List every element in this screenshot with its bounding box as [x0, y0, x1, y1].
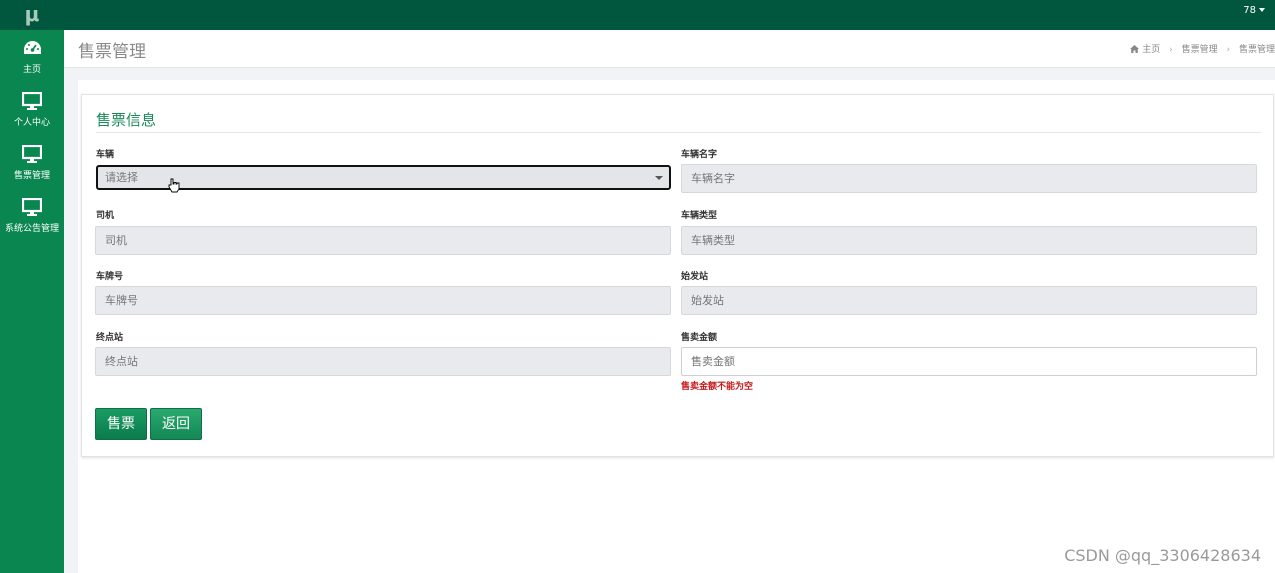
amount-label: 售卖金额	[681, 333, 718, 343]
sidebar-item-announcements[interactable]: 系统公告管理	[0, 189, 64, 242]
top-navbar: μ 78	[0, 0, 1275, 30]
vehicle-label: 车辆	[96, 150, 115, 160]
content-top-gutter	[64, 68, 1275, 80]
monitor-icon	[22, 197, 42, 217]
breadcrumb-section[interactable]: 售票管理	[1182, 45, 1218, 55]
form-title: 售票信息	[96, 111, 157, 129]
content-left-gutter	[64, 68, 78, 573]
breadcrumb: 主页 › 售票管理 › 售票管理	[1130, 42, 1275, 55]
sidebar-item-profile[interactable]: 个人中心	[0, 83, 64, 136]
sidebar-item-ticket-management[interactable]: 售票管理	[0, 136, 64, 189]
sidebar-item-home[interactable]: 主页	[0, 30, 64, 83]
vehicle-type-field[interactable]	[681, 226, 1257, 255]
destination-field[interactable]	[95, 347, 671, 376]
vehicle-select[interactable]: 请选择	[96, 165, 671, 193]
sell-ticket-button[interactable]: 售票	[95, 408, 147, 440]
back-button[interactable]: 返回	[150, 408, 202, 440]
app-logo[interactable]: μ	[0, 0, 64, 30]
amount-field[interactable]	[681, 347, 1257, 376]
monitor-icon	[22, 144, 42, 164]
watermark: CSDN @qq_3306428634	[1064, 546, 1261, 565]
page-title: 售票管理	[78, 42, 146, 62]
vehicle-select-value: 请选择	[105, 171, 138, 184]
driver-field[interactable]	[95, 226, 671, 255]
chevron-down-icon	[655, 176, 663, 180]
monitor-icon	[22, 91, 42, 111]
plate-label: 车牌号	[96, 272, 124, 282]
plate-field[interactable]	[95, 286, 671, 315]
sidebar: 主页 个人中心 售票管理 系统公告管理	[0, 30, 64, 573]
driver-label: 司机	[96, 211, 115, 221]
page-header: 售票管理 主页 › 售票管理 › 售票管理	[64, 30, 1275, 68]
sidebar-item-label: 系统公告管理	[4, 224, 59, 234]
home-icon	[1130, 45, 1142, 55]
chevron-down-icon	[1259, 8, 1265, 12]
sidebar-item-label: 个人中心	[13, 118, 50, 128]
breadcrumb-current: 售票管理	[1238, 45, 1275, 55]
origin-field[interactable]	[681, 286, 1257, 315]
breadcrumb-home[interactable]: 主页	[1142, 45, 1160, 55]
hand-cursor-icon	[168, 178, 180, 200]
user-menu[interactable]: 78	[1243, 0, 1265, 30]
vehicle-name-label: 车辆名字	[681, 150, 718, 160]
vehicle-name-field[interactable]	[681, 164, 1257, 193]
origin-label: 始发站	[681, 272, 709, 282]
divider	[96, 132, 1261, 133]
chevron-right-icon: ›	[1226, 45, 1231, 55]
sidebar-item-label: 主页	[22, 65, 41, 75]
ticket-form-panel: 售票信息 车辆 请选择 车辆名字 司机 车辆类型 车牌号 始发站 终点站 售卖金…	[81, 94, 1274, 457]
user-name: 78	[1243, 5, 1256, 16]
dashboard-icon	[23, 38, 42, 58]
destination-label: 终点站	[96, 333, 124, 343]
amount-error-message: 售卖金额不能为空	[681, 382, 754, 392]
chevron-right-icon: ›	[1169, 45, 1173, 55]
vehicle-type-label: 车辆类型	[681, 211, 718, 221]
sidebar-item-label: 售票管理	[13, 171, 50, 181]
